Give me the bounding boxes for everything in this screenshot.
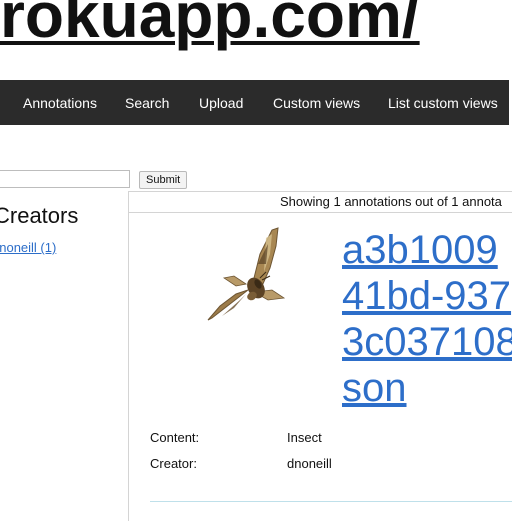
top-navbar: Annotations Search Upload Custom views L… <box>0 80 512 125</box>
nav-list-custom-views[interactable]: List custom views <box>388 95 498 111</box>
annotation-id-line: 3c037108 <box>342 320 512 364</box>
content-value: Insect <box>287 430 322 445</box>
nav-custom-views[interactable]: Custom views <box>273 95 360 111</box>
annotation-id-link[interactable]: a3b1009 41bd-937 3c037108 son <box>342 227 512 411</box>
results-header: Showing 1 annotations out of 1 annota <box>128 191 512 213</box>
nav-annotations[interactable]: Annotations <box>23 95 97 111</box>
row-divider <box>150 501 512 502</box>
annotation-id-line: 41bd-937 <box>342 274 512 318</box>
annotation-id-line: a3b1009 <box>342 228 498 272</box>
nav-search[interactable]: Search <box>125 95 169 111</box>
creator-facet-link[interactable]: dnoneill (1) <box>0 240 56 255</box>
creator-label: Creator: <box>150 456 197 471</box>
creator-value: dnoneill <box>287 456 332 471</box>
annotation-id-line: son <box>342 366 407 410</box>
results-count: Showing 1 annotations out of 1 annota <box>280 194 502 209</box>
facet-title: Creators <box>0 203 79 228</box>
submit-button[interactable]: Submit <box>139 171 188 189</box>
search-input[interactable] <box>0 170 130 188</box>
nav-upload[interactable]: Upload <box>199 95 243 111</box>
url-banner: rokuapp.com/ <box>0 0 420 51</box>
insect-thumbnail-image[interactable] <box>200 224 292 324</box>
content-label: Content: <box>150 430 200 445</box>
